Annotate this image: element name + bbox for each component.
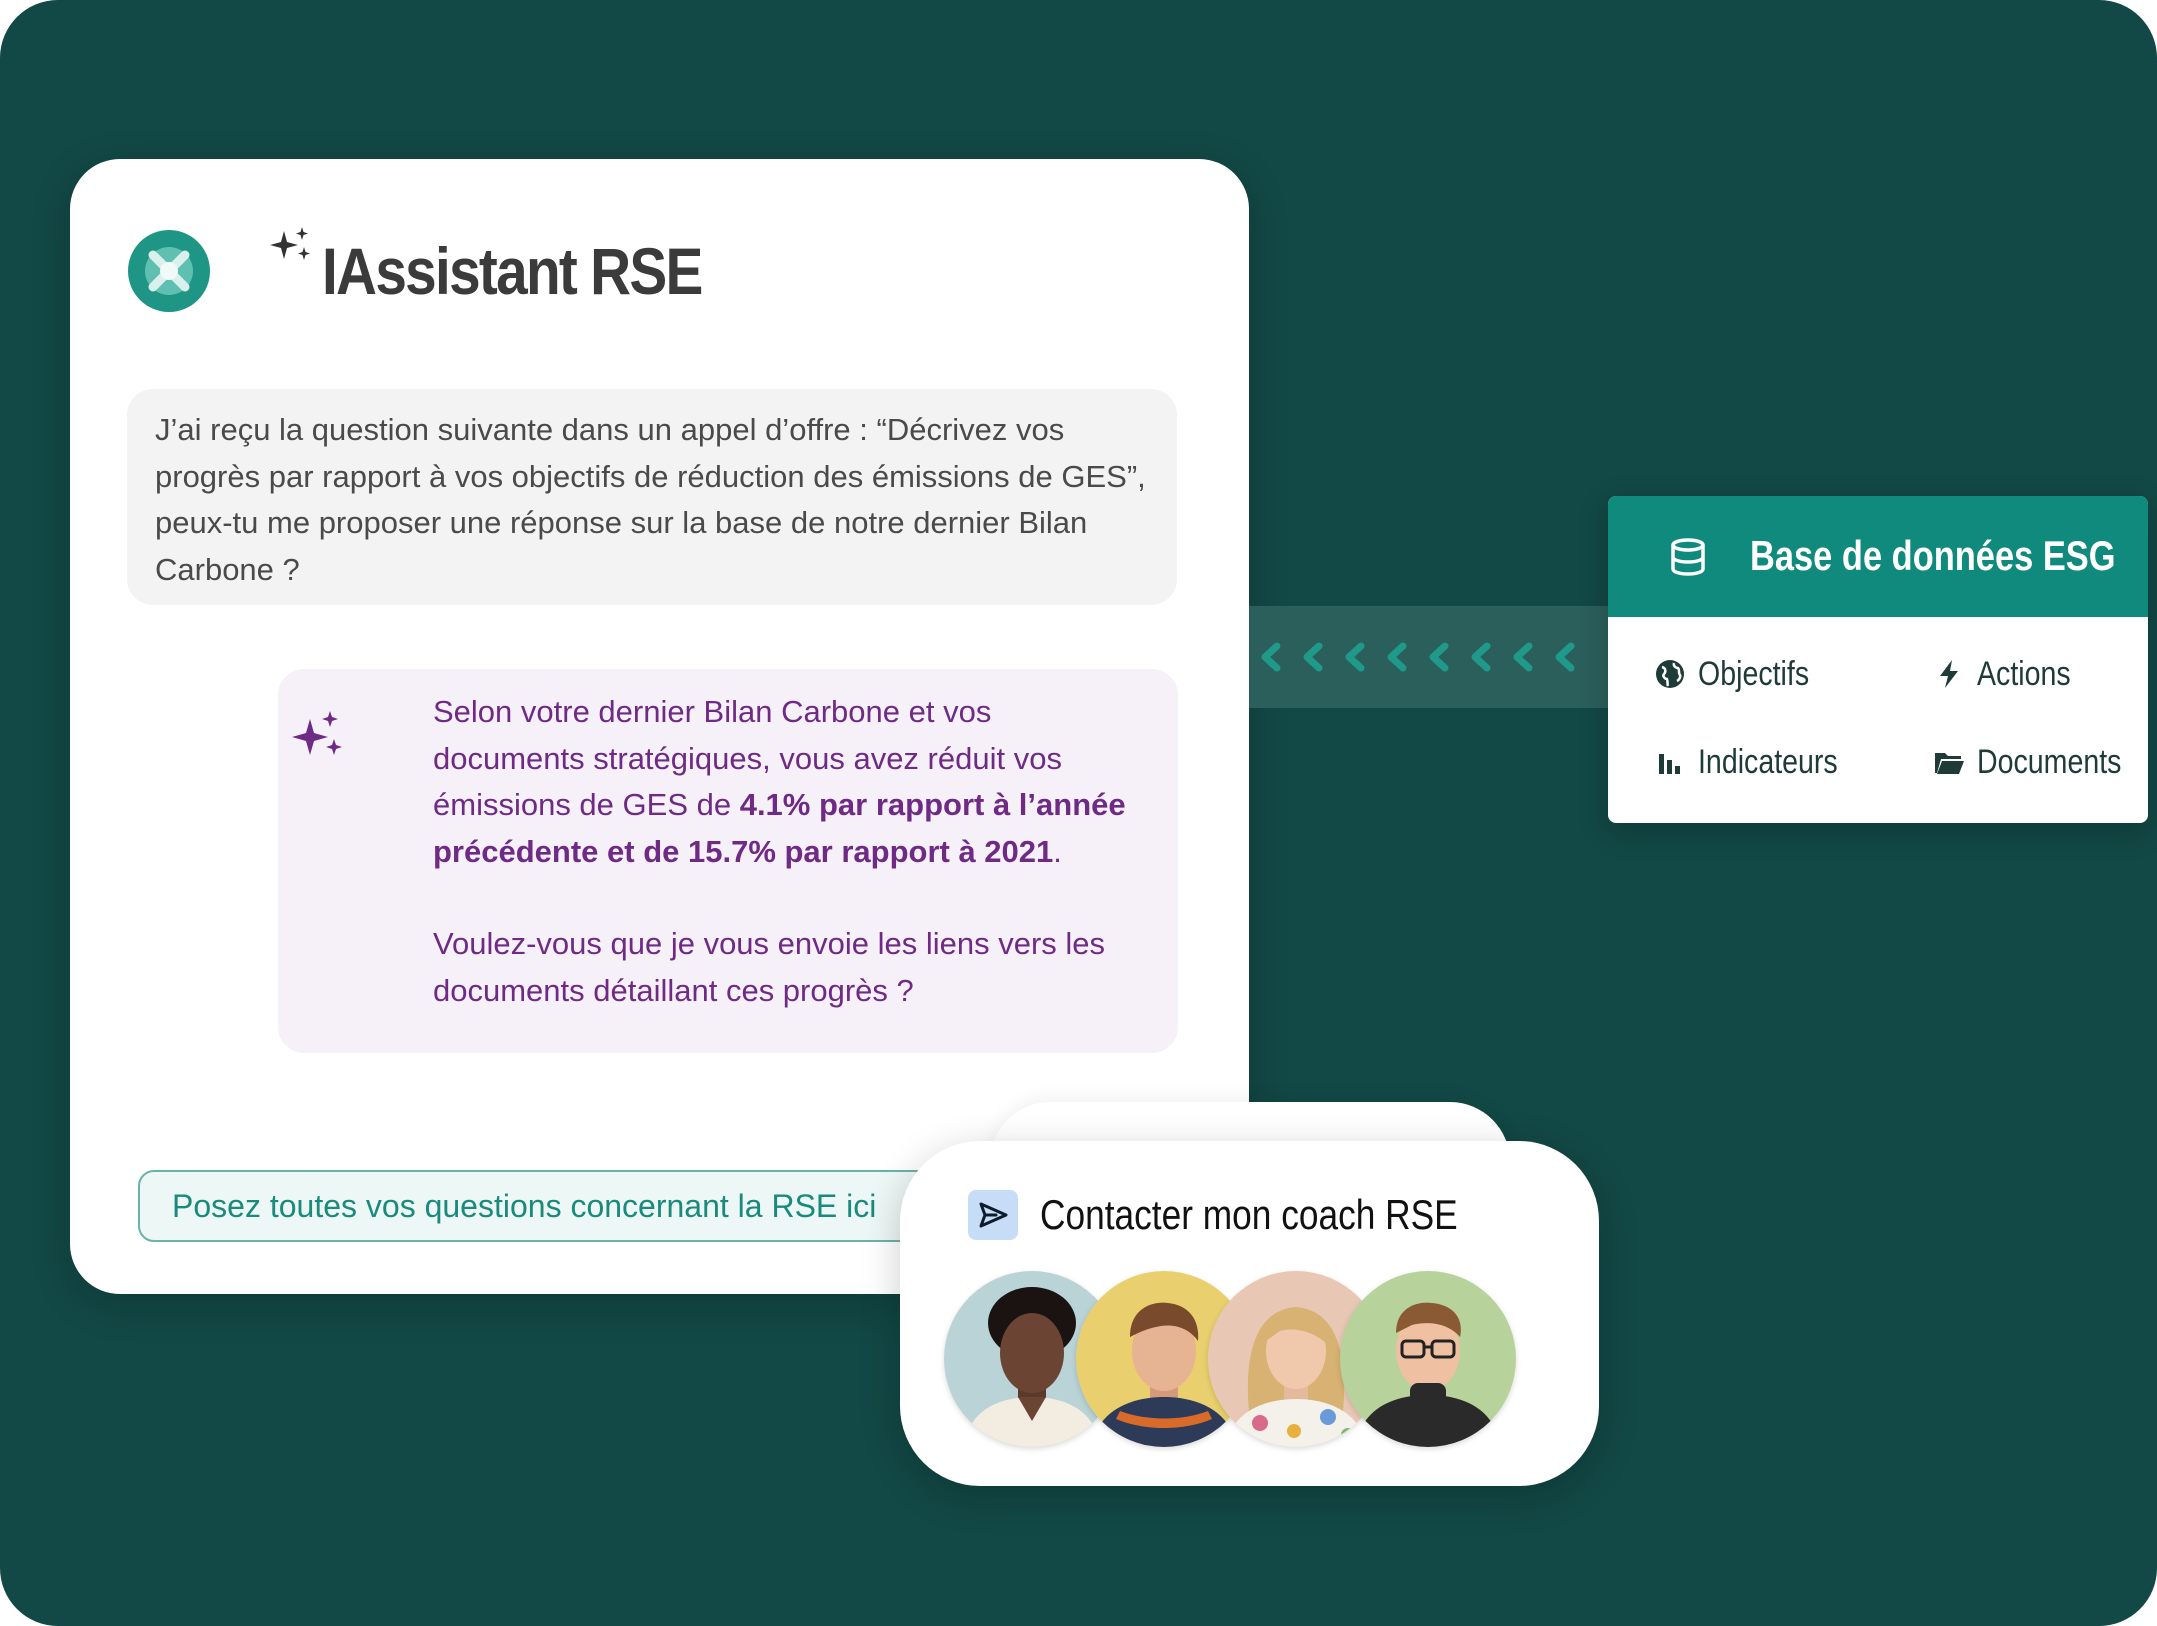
coach-contact-card[interactable]: Contacter mon coach RSE — [900, 1141, 1599, 1486]
esg-database-panel: Base de données ESG Objectifs Actions In… — [1608, 496, 2148, 823]
send-button[interactable] — [968, 1190, 1018, 1240]
answer-end: . — [1053, 833, 1062, 869]
lightning-icon — [1940, 660, 1958, 688]
esg-item-label: Indicateurs — [1698, 743, 1838, 781]
database-icon — [1671, 538, 1705, 576]
esg-item-label: Documents — [1977, 743, 2122, 781]
sparkle-icon — [292, 711, 342, 755]
esg-panel-header: Base de données ESG — [1608, 496, 2148, 617]
bar-chart-icon — [1659, 754, 1680, 774]
assistant-followup: Voulez-vous que je vous envoie les liens… — [433, 926, 1106, 1008]
app-title: IAssistant RSE — [322, 234, 703, 308]
esg-item-label: Actions — [1977, 655, 2071, 693]
chevron-left-arrows-icon — [1261, 642, 1575, 672]
folder-icon — [1935, 753, 1964, 774]
target-logo-icon — [128, 230, 210, 312]
esg-panel-title: Base de données ESG — [1750, 532, 2116, 579]
send-icon — [979, 1202, 1008, 1228]
person-avatar-icon — [1340, 1271, 1516, 1447]
esg-item-label: Objectifs — [1698, 655, 1810, 693]
data-connector — [1249, 606, 1609, 708]
globe-icon — [1656, 660, 1684, 688]
question-input[interactable]: Posez toutes vos questions concernant la… — [138, 1170, 1018, 1242]
hero-scene: IAssistant RSE J’ai reçu la question sui… — [0, 0, 2157, 1626]
sparkle-icon — [270, 227, 310, 260]
coach-contact-label[interactable]: Contacter mon coach RSE — [1040, 1185, 1458, 1245]
brand-header: IAssistant RSE — [128, 225, 703, 315]
assistant-message: Selon votre dernier Bilan Carbone et vos… — [278, 669, 1178, 1053]
coach-avatar[interactable] — [1340, 1271, 1516, 1447]
assistant-answer: Selon votre dernier Bilan Carbone et vos… — [433, 689, 1142, 875]
user-message: J’ai reçu la question suivante dans un a… — [127, 389, 1177, 605]
